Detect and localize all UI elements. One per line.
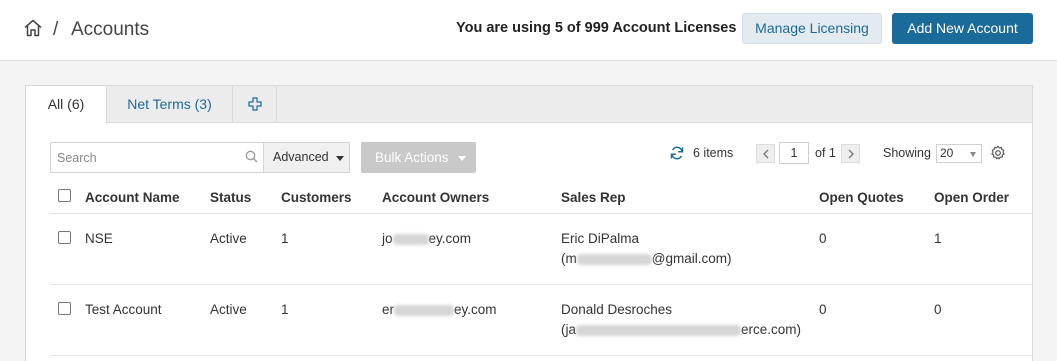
tab-all[interactable]: All (6) xyxy=(26,86,107,124)
row-checkbox[interactable] xyxy=(58,302,71,315)
search-box xyxy=(50,142,263,173)
row-checkbox[interactable] xyxy=(58,231,71,244)
column-header-sales-rep[interactable]: Sales Rep xyxy=(561,190,626,205)
table-row[interactable]: Test Account Active 1 er ey.com Donald De… xyxy=(50,285,1032,356)
redacted-text xyxy=(576,324,742,336)
customers-cell: 1 xyxy=(281,231,289,246)
column-header-status[interactable]: Status xyxy=(210,190,251,205)
top-bar: / Accounts You are using 5 of 999 Accoun… xyxy=(0,0,1057,61)
next-page-button[interactable] xyxy=(841,144,860,163)
gear-icon[interactable] xyxy=(990,145,1006,161)
sales-rep-email-suffix: erce.com) xyxy=(741,322,802,337)
owner-email-prefix: er xyxy=(382,302,395,317)
open-quotes-cell: 0 xyxy=(819,302,827,317)
sales-rep-name: Eric DiPalma xyxy=(561,231,640,246)
search-icon[interactable] xyxy=(245,150,258,163)
customers-cell: 1 xyxy=(281,302,289,317)
tab-net-terms[interactable]: Net Terms (3) xyxy=(107,86,233,123)
advanced-label: Advanced xyxy=(273,150,329,164)
plus-icon xyxy=(248,97,262,111)
status-cell: Active xyxy=(210,231,247,246)
owner-email-suffix: ey.com xyxy=(428,231,472,246)
column-header-open-orders[interactable]: Open Order xyxy=(934,190,1009,205)
column-header-open-quotes[interactable]: Open Quotes xyxy=(819,190,904,205)
bulk-actions-label: Bulk Actions xyxy=(375,150,449,165)
page-size-value: 20 xyxy=(940,146,954,160)
breadcrumb-separator: / xyxy=(53,19,59,40)
open-orders-cell: 0 xyxy=(934,302,942,317)
sales-rep-email-suffix: @gmail.com) xyxy=(651,251,732,266)
previous-page-button[interactable] xyxy=(756,144,775,163)
table-row[interactable]: NSE Active 1 jo ey.com Eric DiPalma (m @gm… xyxy=(50,214,1032,285)
license-usage-text: You are using 5 of 999 Account Licenses xyxy=(456,20,737,36)
chevron-right-icon xyxy=(848,149,854,159)
select-all-checkbox[interactable] xyxy=(58,189,71,202)
refresh-icon[interactable] xyxy=(670,146,684,160)
owner-email-prefix: jo xyxy=(382,231,393,246)
open-quotes-cell: 0 xyxy=(819,231,827,246)
owner-email-suffix: ey.com xyxy=(454,302,497,317)
status-cell: Active xyxy=(210,302,247,317)
page-number-input[interactable] xyxy=(779,142,809,164)
add-new-account-button[interactable]: Add New Account xyxy=(892,13,1033,44)
redacted-text xyxy=(392,233,429,245)
sales-rep-name: Donald Desroches xyxy=(561,302,673,317)
bulk-actions-button[interactable]: Bulk Actions xyxy=(361,142,476,173)
sales-rep-email-prefix: (m xyxy=(561,251,577,266)
column-header-account-owners[interactable]: Account Owners xyxy=(382,190,489,205)
advanced-search-dropdown[interactable]: Advanced xyxy=(263,142,350,173)
chevron-down-icon xyxy=(458,156,466,161)
table-header-row: Account Name Status Customers Account Ow… xyxy=(50,179,1032,214)
tab-strip: All (6) Net Terms (3) xyxy=(26,86,1032,124)
redacted-text xyxy=(394,304,455,316)
chevron-down-icon xyxy=(336,156,344,161)
manage-licensing-button[interactable]: Manage Licensing xyxy=(742,13,882,44)
add-tab-button[interactable] xyxy=(233,86,277,123)
page-total: of 1 xyxy=(815,146,836,160)
column-header-customers[interactable]: Customers xyxy=(281,190,352,205)
account-owner-cell: jo ey.com xyxy=(382,231,471,246)
sales-rep-email-prefix: (ja xyxy=(561,322,577,337)
items-count: 6 items xyxy=(693,146,734,160)
account-name-cell[interactable]: Test Account xyxy=(85,302,162,317)
search-input[interactable] xyxy=(51,143,231,172)
chevron-down-icon xyxy=(970,152,976,157)
account-name-cell[interactable]: NSE xyxy=(85,231,113,246)
sales-rep-email: (ja erce.com) xyxy=(561,322,801,337)
chevron-left-icon xyxy=(763,149,769,159)
showing-label: Showing xyxy=(883,146,931,160)
open-orders-cell: 1 xyxy=(934,231,942,246)
sales-rep-email: (m @gmail.com) xyxy=(561,251,731,266)
accounts-panel: All (6) Net Terms (3) Advanced Bulk Acti… xyxy=(25,85,1033,361)
column-header-account-name[interactable]: Account Name xyxy=(85,190,180,205)
page-size-select[interactable]: 20 xyxy=(936,144,982,163)
account-owner-cell: er ey.com xyxy=(382,302,497,317)
home-icon[interactable] xyxy=(23,18,43,38)
redacted-text xyxy=(576,253,652,265)
page-title: Accounts xyxy=(71,19,150,40)
